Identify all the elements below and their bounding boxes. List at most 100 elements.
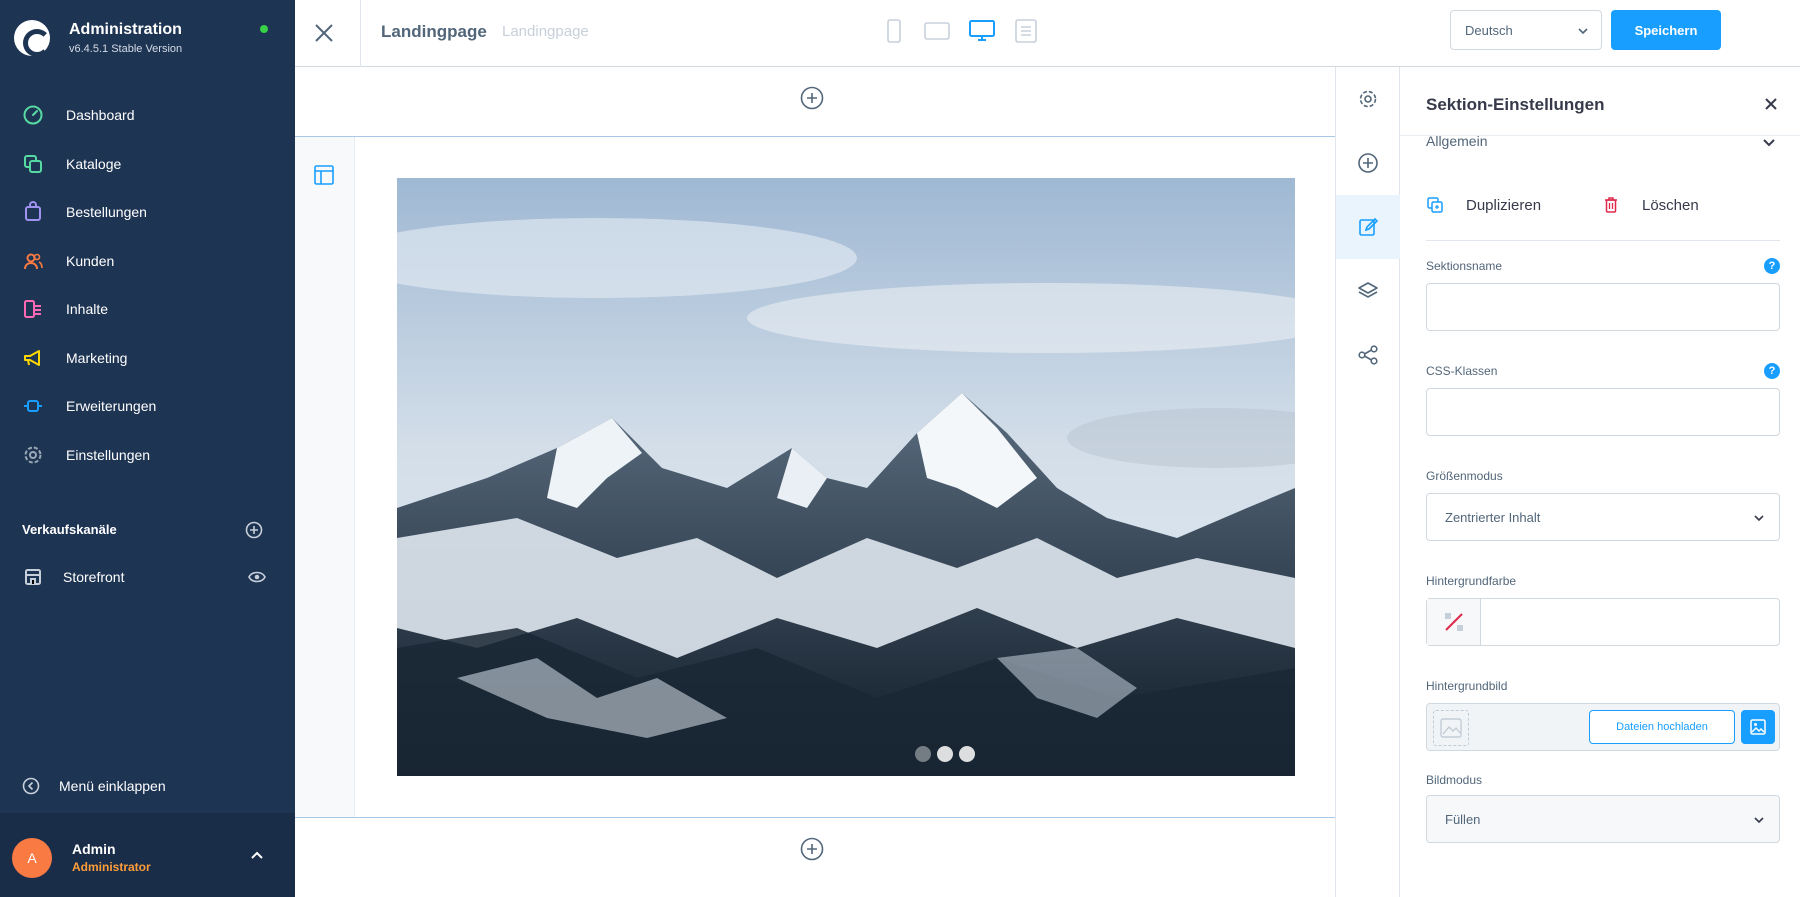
shopware-logo-icon[interactable]: [14, 20, 51, 57]
duplicate-label: Duplizieren: [1466, 196, 1542, 214]
panel-title: Sektion-Einstellungen: [1426, 95, 1605, 114]
upload-files-button[interactable]: Dateien hochladen: [1589, 710, 1735, 744]
page-title: Landingpage: [381, 22, 487, 41]
nav-item-dashboard[interactable]: Dashboard: [0, 91, 295, 140]
close-icon[interactable]: [311, 20, 337, 46]
size-mode-select[interactable]: Zentrierter Inhalt: [1426, 493, 1780, 541]
nav-label-inhalte: Inhalte: [66, 301, 109, 318]
tool-page-settings[interactable]: [1336, 67, 1400, 131]
main-nav: Dashboard Kataloge Bestellungen Kunden I…: [0, 91, 295, 479]
layers-icon: [1358, 282, 1378, 298]
layout-icon[interactable]: [313, 164, 335, 186]
add-section-bottom-icon[interactable]: [800, 837, 824, 861]
language-select[interactable]: Deutsch: [1450, 10, 1602, 50]
help-icon[interactable]: ?: [1764, 363, 1780, 379]
customers-icon: [22, 250, 44, 272]
collapse-menu-button[interactable]: Menü einklappen: [22, 777, 166, 795]
nav-item-inhalte[interactable]: Inhalte: [0, 285, 295, 334]
slider-dot[interactable]: [959, 746, 975, 762]
duplicate-icon: [1427, 197, 1443, 213]
sales-channels-title: Verkaufskanäle: [22, 522, 117, 537]
section-name-input[interactable]: [1426, 283, 1780, 331]
tool-section-settings[interactable]: [1336, 195, 1400, 259]
size-mode-label: Größenmodus: [1426, 469, 1503, 483]
dashboard-icon: [22, 104, 44, 126]
sidebar-toolbar: [1335, 67, 1400, 897]
bg-color-input[interactable]: [1426, 598, 1780, 646]
edit-icon: [1359, 217, 1379, 236]
accordion-general-title[interactable]: Allgemein: [1426, 133, 1487, 149]
eye-icon[interactable]: [248, 570, 266, 584]
brand: Administration v6.4.5.1 Stable Version: [14, 18, 284, 68]
chevron-down-icon: [1754, 817, 1764, 824]
storefront-icon: [22, 566, 44, 588]
settings-icon: [22, 444, 44, 466]
media-library-button[interactable]: [1741, 710, 1775, 744]
desktop-icon: [969, 20, 995, 41]
save-button[interactable]: Speichern: [1611, 10, 1721, 50]
catalog-icon: [22, 153, 44, 175]
chevron-up-icon[interactable]: [250, 849, 264, 863]
user-name: Admin: [72, 841, 116, 857]
cms-canvas: [295, 67, 1335, 897]
user-menu[interactable]: A Admin Administrator: [0, 813, 295, 897]
avatar: A: [12, 838, 52, 878]
nav-label-einstellungen: Einstellungen: [66, 446, 151, 463]
slider-dot[interactable]: [937, 746, 953, 762]
nav-label-erweiterungen: Erweiterungen: [66, 398, 157, 415]
user-role: Administrator: [72, 860, 151, 874]
storefront-label: Storefront: [63, 569, 125, 585]
delete-label: Löschen: [1642, 196, 1699, 214]
device-form-button[interactable]: [1012, 18, 1040, 44]
section-name-label: Sektionsname: [1426, 259, 1503, 273]
nav-item-bestellungen[interactable]: Bestellungen: [0, 188, 295, 237]
nav-item-kataloge[interactable]: Kataloge: [0, 140, 295, 189]
nav-label-kunden: Kunden: [66, 252, 115, 269]
help-icon[interactable]: ?: [1764, 258, 1780, 274]
tablet-icon: [924, 22, 950, 40]
nav-item-marketing[interactable]: Marketing: [0, 334, 295, 383]
slider-dot[interactable]: [915, 746, 931, 762]
chevron-left-circle-icon: [22, 777, 40, 795]
close-icon[interactable]: [1764, 97, 1778, 111]
content-icon: [22, 298, 44, 320]
nav-label-kataloge: Kataloge: [66, 155, 122, 172]
topbar-divider: [360, 0, 361, 67]
image-mode-select[interactable]: Füllen: [1426, 795, 1780, 843]
color-picker-swatch[interactable]: [1427, 599, 1481, 645]
add-sales-channel-icon[interactable]: [245, 521, 263, 539]
orders-icon: [22, 201, 44, 223]
delete-button[interactable]: Löschen: [1602, 196, 1699, 214]
image-mode-label: Bildmodus: [1426, 773, 1483, 787]
nav-label-dashboard: Dashboard: [66, 107, 135, 124]
device-mobile-button[interactable]: [880, 18, 908, 44]
image-icon: [1750, 719, 1766, 735]
language-value: Deutsch: [1465, 23, 1513, 38]
tool-layers[interactable]: [1336, 259, 1400, 323]
nav-item-erweiterungen[interactable]: Erweiterungen: [0, 382, 295, 431]
device-desktop-button[interactable]: [968, 18, 996, 44]
bg-color-label: Hintergrundfarbe: [1426, 574, 1517, 588]
chevron-down-icon: [1754, 515, 1764, 522]
collapse-menu-label: Menü einklappen: [59, 778, 166, 794]
image-slider[interactable]: [397, 178, 1295, 776]
nav-item-kunden[interactable]: Kunden: [0, 237, 295, 286]
nav-item-einstellungen[interactable]: Einstellungen: [0, 431, 295, 480]
tool-assignments[interactable]: [1336, 323, 1400, 387]
tool-add-block[interactable]: [1336, 131, 1400, 195]
section-sidebar: [295, 137, 355, 817]
chevron-down-icon[interactable]: [1762, 137, 1776, 149]
sales-channel-storefront[interactable]: Storefront: [22, 566, 124, 588]
device-tablet-button[interactable]: [923, 18, 951, 44]
duplicate-button[interactable]: Duplizieren: [1426, 196, 1541, 214]
css-classes-input[interactable]: [1426, 388, 1780, 436]
topbar: Landingpage Landingpage Deutsch Speicher…: [295, 0, 1800, 67]
plus-circle-icon: [1358, 153, 1378, 173]
chevron-down-icon: [1578, 28, 1588, 35]
nav-label-bestellungen: Bestellungen: [66, 204, 147, 221]
sidebar: Administration v6.4.5.1 Stable Version D…: [0, 0, 295, 897]
trash-icon: [1605, 197, 1617, 213]
add-section-top-icon[interactable]: [800, 86, 824, 110]
section-settings-panel: Sektion-Einstellungen Allgemein Duplizie…: [1400, 67, 1800, 897]
gear-icon: [1359, 90, 1377, 108]
